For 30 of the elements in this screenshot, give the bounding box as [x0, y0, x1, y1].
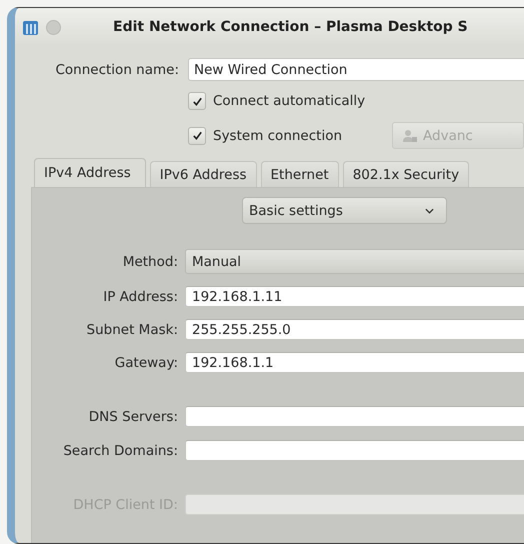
app-icon — [23, 20, 38, 34]
tab[interactable]: Ethernet — [260, 161, 339, 187]
input-field[interactable] — [185, 406, 524, 427]
field-label: Search Domains: — [62, 442, 178, 458]
caret-icon — [425, 208, 434, 214]
method-dropdown[interactable]: Manual — [185, 249, 524, 274]
input-field[interactable]: 255.255.255.0 — [185, 319, 524, 340]
input-field[interactable]: 192.168.1.1 — [185, 352, 524, 373]
tab[interactable]: IPv4 Address — [34, 158, 146, 187]
field-label: Subnet Mask: — [86, 322, 178, 338]
tab[interactable]: IPv6 Address — [150, 161, 257, 187]
input-field[interactable]: New Wired Connection — [188, 58, 524, 81]
window-button[interactable] — [46, 20, 61, 34]
checkbox[interactable] — [188, 92, 206, 110]
input-field[interactable] — [185, 440, 524, 461]
checkbox-label: Connect automatically — [213, 93, 366, 109]
checkbox-label: System connection — [213, 128, 342, 144]
field-label: Method: — [122, 254, 178, 270]
field-label: Connection name: — [54, 62, 179, 78]
window-title: Edit Network Connection – Plasma Desktop S — [113, 19, 468, 35]
field-label: DNS Servers: — [88, 408, 178, 424]
input-field[interactable]: 192.168.1.11 — [185, 286, 524, 307]
tab[interactable]: 802.1x Security — [342, 161, 470, 187]
user-lock-icon — [403, 128, 418, 142]
check-icon — [192, 130, 202, 141]
checkbox[interactable] — [188, 126, 206, 144]
field-label: Gateway: — [114, 354, 178, 370]
settings-dropdown[interactable]: Basic settings — [242, 197, 447, 224]
field-label: IP Address: — [102, 288, 178, 304]
check-icon — [192, 96, 202, 106]
